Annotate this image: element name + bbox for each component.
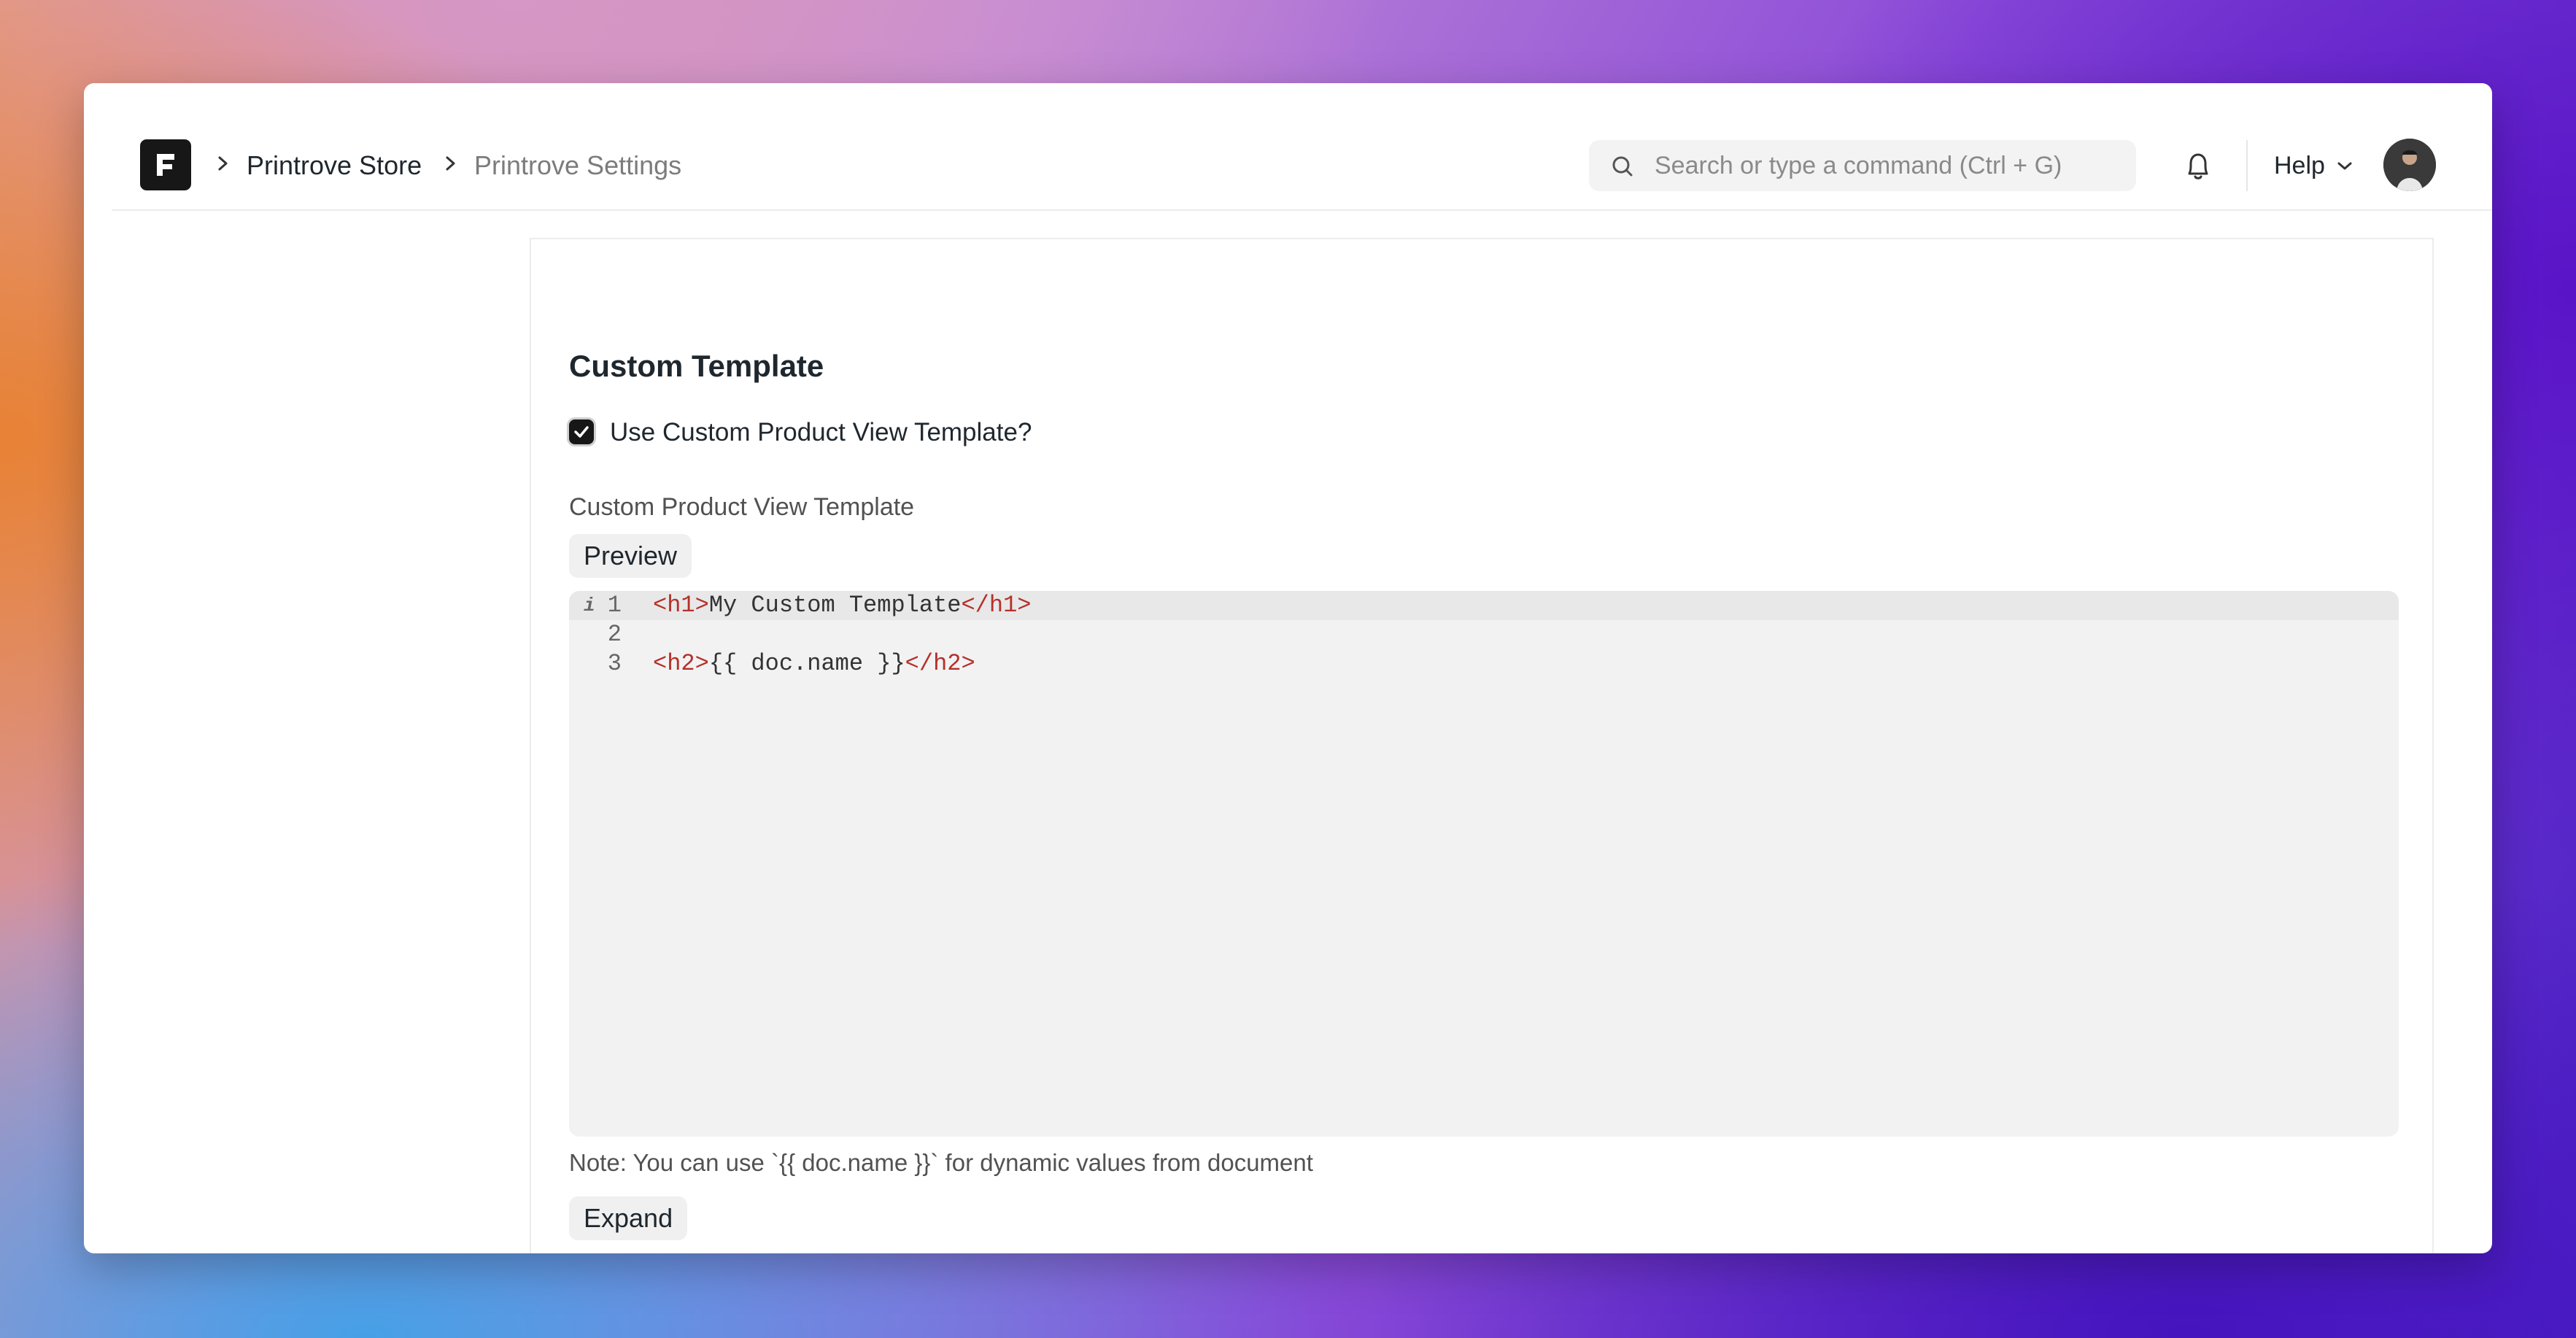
template-field-label: Custom Product View Template — [569, 493, 915, 521]
help-menu-button[interactable]: Help — [2274, 150, 2325, 181]
checkbox-label[interactable]: Use Custom Product View Template? — [610, 417, 1032, 448]
template-note: Note: You can use `{{ doc.name }}` for d… — [569, 1149, 1313, 1176]
chevron-right-icon — [446, 156, 455, 171]
checkmark-icon — [574, 426, 589, 438]
code-line: 3 <h2>{{ doc.name }}</h2> — [569, 649, 2399, 678]
section-title: Custom Template — [569, 349, 824, 383]
code-line: i 1 <h1>My Custom Template</h1> — [569, 591, 2399, 620]
chevron-down-icon[interactable] — [2336, 161, 2353, 172]
custom-template-section: Custom Template Use Custom Product View … — [530, 238, 2434, 1253]
app-logo[interactable] — [140, 139, 191, 190]
code-content: <h2>{{ doc.name }}</h2> — [653, 650, 975, 677]
navbar-divider — [2246, 140, 2248, 191]
line-number: 1 — [607, 592, 622, 619]
code-editor[interactable]: i 1 <h1>My Custom Template</h1> 2 3 <h2>… — [569, 591, 2399, 1137]
navbar: Printrove Store Printrove Settings Help — [112, 83, 2492, 211]
user-avatar[interactable] — [2383, 139, 2436, 191]
use-custom-template-checkbox[interactable] — [569, 419, 594, 444]
bell-icon[interactable] — [2184, 150, 2213, 182]
code-line: 2 — [569, 620, 2399, 649]
line-number: 3 — [607, 650, 622, 677]
breadcrumb-store[interactable]: Printrove Store — [247, 150, 422, 181]
expand-button[interactable]: Expand — [569, 1196, 688, 1240]
search-input[interactable] — [1655, 140, 2121, 191]
app-window: Printrove Store Printrove Settings Help — [84, 83, 2492, 1253]
preview-button[interactable]: Preview — [569, 534, 692, 578]
search-bar[interactable] — [1589, 140, 2136, 191]
search-icon — [1612, 156, 1633, 177]
chevron-right-icon — [218, 156, 228, 171]
code-content: <h1>My Custom Template</h1> — [653, 592, 1032, 619]
line-number: 2 — [607, 621, 622, 648]
breadcrumb-settings[interactable]: Printrove Settings — [474, 150, 681, 181]
